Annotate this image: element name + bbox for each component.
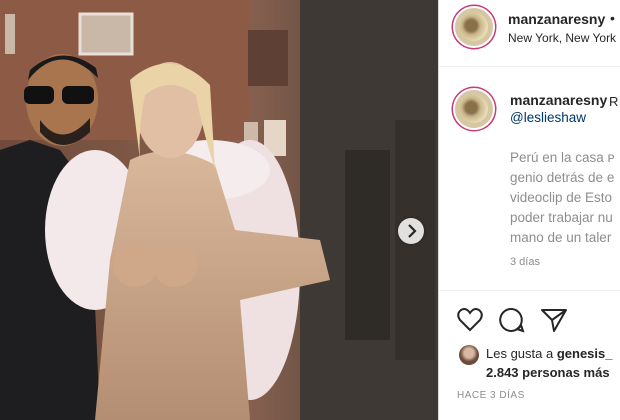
- caption-line: poder trabajar nu: [510, 210, 613, 225]
- likes-count[interactable]: 2.843 personas más: [486, 365, 610, 380]
- liker-avatar[interactable]: [459, 345, 479, 365]
- share-button[interactable]: [539, 305, 569, 335]
- caption-mention[interactable]: @leslieshaw: [510, 110, 586, 125]
- post-header: manzanaresny • New York, New York: [439, 0, 620, 67]
- author-avatar[interactable]: [453, 6, 495, 48]
- likes-prefix: Les gusta a: [486, 346, 557, 361]
- caption-username[interactable]: manzanaresny: [510, 92, 607, 108]
- comment-icon: [499, 307, 525, 333]
- likes-summary[interactable]: Les gusta a genesis_ 2.843 personas más: [486, 344, 612, 382]
- post-age[interactable]: HACE 3 DÍAS: [457, 390, 525, 401]
- caption-time: 3 días: [510, 256, 540, 268]
- author-username[interactable]: manzanaresny: [508, 11, 605, 27]
- next-photo-button[interactable]: [398, 218, 424, 244]
- caption-line: mano de un taler: [510, 230, 612, 245]
- post-photo[interactable]: [0, 0, 438, 420]
- likes-user[interactable]: genesis_: [557, 346, 613, 361]
- divider: [439, 290, 620, 291]
- caption-line: Perú en la casa ᴘ: [510, 150, 615, 165]
- chevron-right-icon: [408, 224, 417, 238]
- paper-plane-icon: [541, 309, 567, 332]
- post-sidebar: manzanaresny • New York, New York manzan…: [438, 0, 620, 420]
- caption-line: genio detrás de e: [510, 170, 615, 185]
- caption-username-suffix: R: [609, 94, 619, 109]
- caption-avatar[interactable]: [453, 88, 495, 130]
- post-location[interactable]: New York, New York: [508, 31, 616, 45]
- comment-button[interactable]: [497, 305, 527, 335]
- caption-line: videoclip de Esto: [510, 190, 613, 205]
- photo-illustration: [0, 0, 438, 420]
- separator-dot: •: [610, 10, 615, 26]
- heart-icon: [457, 308, 483, 332]
- like-button[interactable]: [455, 305, 485, 335]
